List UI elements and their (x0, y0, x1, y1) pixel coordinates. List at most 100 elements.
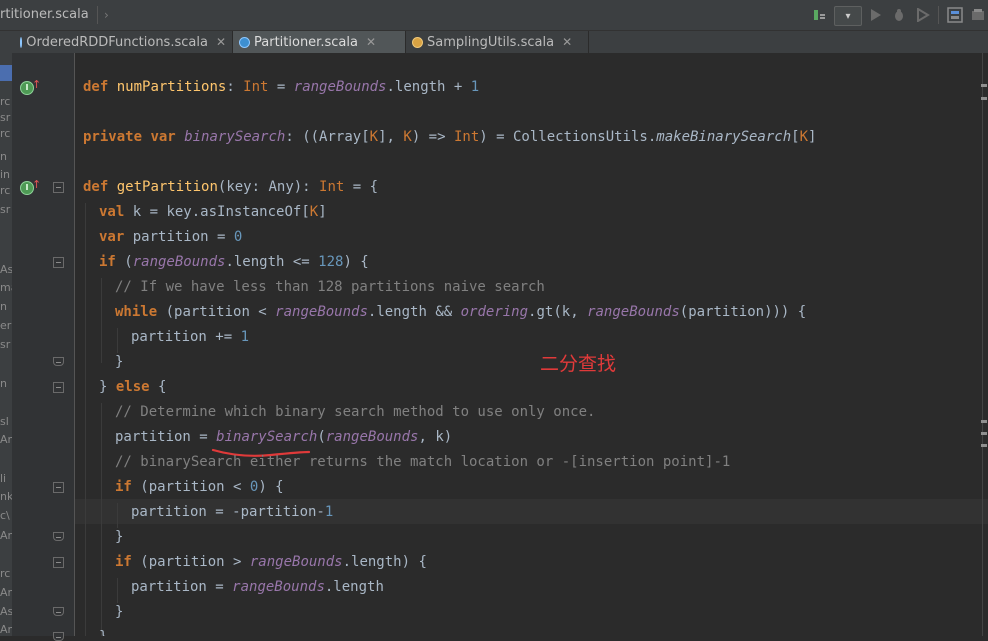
project-item-fragment[interactable]: in (0, 168, 12, 181)
indent-guide (101, 278, 102, 363)
error-stripe-marker[interactable] (981, 84, 987, 87)
close-icon[interactable]: ✕ (366, 35, 376, 49)
code-line[interactable]: val k = key.asInstanceOf[K] (99, 200, 327, 225)
error-stripe-marker[interactable] (981, 432, 987, 435)
code-line[interactable]: if (rangeBounds.length <= 128) { (99, 250, 369, 275)
code-comment[interactable]: // If we have less than 128 partitions n… (115, 275, 545, 300)
code-text: ( (317, 429, 326, 445)
run-configuration-dropdown[interactable]: ▾ (834, 6, 862, 26)
code-line[interactable]: } (115, 600, 123, 625)
project-item-fragment[interactable]: sr (0, 203, 12, 216)
fold-toggle-icon[interactable] (53, 557, 64, 568)
project-item-fragment[interactable]: ma (0, 281, 12, 294)
project-item-fragment[interactable]: Am (0, 529, 12, 542)
code-text: (partition < (131, 479, 250, 495)
type-name: Int (319, 179, 345, 195)
close-icon[interactable]: ✕ (562, 35, 572, 49)
code-line[interactable]: def getPartition(key: Any): Int = { (83, 175, 378, 200)
annotation-note: 二分查找 (540, 353, 617, 375)
fold-end-icon[interactable] (53, 607, 64, 616)
code-line[interactable]: if (partition < 0) { (115, 475, 284, 500)
project-item-fragment[interactable]: n (0, 150, 12, 163)
keyword: private (83, 129, 143, 145)
project-item-fragment[interactable]: rc (0, 127, 12, 140)
project-item-fragment[interactable]: As (0, 263, 12, 276)
code-text: , k) (418, 429, 453, 445)
fold-toggle-icon[interactable] (53, 182, 64, 193)
code-line[interactable]: } (115, 350, 123, 375)
code-line[interactable]: var partition = 0 (99, 225, 242, 250)
project-panel-edge[interactable]: rc sr rc n in rc sr As ma n er sr n sl A… (0, 53, 12, 636)
code-comment[interactable]: // Determine which binary search method … (115, 400, 595, 425)
tab-partitioner[interactable]: Partitioner.scala ✕ (233, 31, 406, 53)
code-line[interactable]: def numPartitions: Int = rangeBounds.len… (83, 75, 479, 100)
run-icon[interactable] (868, 6, 884, 24)
build-icon[interactable] (812, 6, 828, 24)
error-stripe-marker[interactable] (981, 420, 987, 423)
tab-label: Partitioner.scala (254, 34, 358, 50)
type-name: Int (453, 129, 480, 145)
keyword: var (150, 129, 176, 145)
tab-ordered-rdd-functions[interactable]: OrderedRDDFunctions.scala ✕ (14, 31, 233, 53)
project-item-fragment[interactable]: er (0, 319, 12, 332)
code-line[interactable]: private var binarySearch: ((Array[K], K)… (83, 125, 816, 150)
close-icon[interactable]: ✕ (216, 35, 226, 49)
field-name: rangeBounds (232, 579, 325, 595)
error-stripe-marker[interactable] (981, 444, 987, 447)
code-text: ) { (343, 254, 369, 270)
navigation-bar: rtitioner.scala › ▾ (0, 0, 988, 31)
project-item-fragment[interactable]: sr (0, 111, 12, 124)
project-item-fragment[interactable]: sr (0, 338, 12, 351)
fold-end-icon[interactable] (53, 632, 64, 641)
code-comment[interactable]: // binarySearch either returns the match… (115, 450, 730, 475)
fold-end-icon[interactable] (53, 532, 64, 541)
keyword: var (99, 229, 125, 245)
breadcrumb-chevron-icon: › (104, 8, 109, 22)
project-item-fragment[interactable]: As (0, 605, 12, 618)
code-text: .length <= (225, 254, 319, 270)
code-line[interactable]: if (partition > rangeBounds.length) { (115, 550, 427, 575)
keyword: def (83, 79, 109, 95)
fold-toggle-icon[interactable] (53, 482, 64, 493)
fold-end-icon[interactable] (53, 357, 64, 366)
project-item-fragment[interactable]: rc (0, 567, 12, 580)
project-item-fragment[interactable]: Am (0, 586, 12, 599)
sdk-icon[interactable] (970, 6, 986, 24)
project-item-fragment[interactable]: Am (0, 433, 12, 446)
code-line[interactable]: partition = -partition-1 (131, 500, 333, 525)
tab-sampling-utils[interactable]: SamplingUtils.scala ✕ (406, 31, 589, 53)
code-line[interactable]: } (99, 625, 107, 636)
code-line[interactable]: } else { (99, 375, 166, 400)
project-structure-icon[interactable] (946, 6, 964, 24)
code-editor[interactable]: def numPartitions: Int = rangeBounds.len… (75, 53, 988, 636)
fold-toggle-icon[interactable] (53, 257, 64, 268)
method-call: makeBinarySearch (656, 129, 792, 145)
project-item-fragment[interactable]: n (0, 377, 12, 390)
project-item-fragment[interactable]: nk (0, 490, 12, 503)
project-item-fragment[interactable]: c\ (0, 509, 12, 522)
error-stripe-marker[interactable] (981, 97, 987, 100)
code-line[interactable]: partition = rangeBounds.length (131, 575, 384, 600)
code-line[interactable]: while (partition < rangeBounds.length &&… (115, 300, 806, 325)
code-text: .length + (386, 79, 471, 95)
indent-guide (85, 203, 86, 636)
code-text: { (149, 379, 167, 395)
project-item-fragment[interactable]: rc (0, 184, 12, 197)
overrides-up-arrow-icon[interactable]: ↑ (32, 78, 41, 91)
debug-icon[interactable] (891, 6, 907, 24)
code-line[interactable]: } (115, 525, 123, 550)
code-line[interactable]: partition += 1 (131, 325, 249, 350)
toolbar-separator (938, 6, 939, 24)
field-name: binarySearch (216, 429, 318, 445)
code-text: ] (318, 204, 327, 220)
project-item-fragment[interactable]: n (0, 300, 12, 313)
breadcrumb-file[interactable]: rtitioner.scala (0, 6, 98, 24)
fold-toggle-icon[interactable] (53, 382, 64, 393)
overrides-up-arrow-icon[interactable]: ↑ (32, 178, 41, 191)
project-item-fragment[interactable]: rc (0, 95, 12, 108)
editor-gutter[interactable]: I ↑ I ↑ (12, 53, 75, 641)
coverage-icon[interactable] (915, 6, 931, 24)
project-item-fragment[interactable]: Am (0, 623, 12, 636)
project-item-fragment[interactable]: li (0, 472, 12, 485)
project-item-fragment[interactable]: sl (0, 415, 12, 428)
